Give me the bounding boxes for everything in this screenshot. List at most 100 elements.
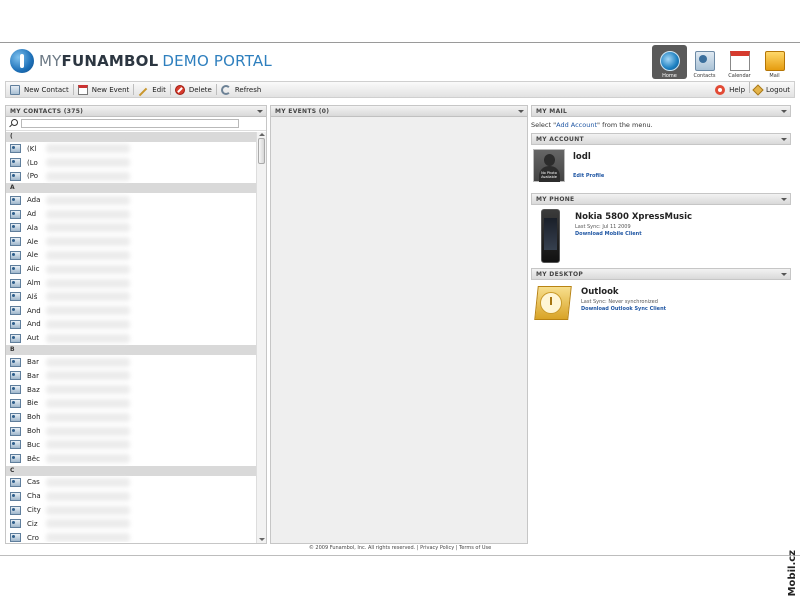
account-section-header: MY ACCOUNT [531,133,791,145]
contact-row[interactable]: City [6,503,256,517]
privacy-policy-link[interactable]: Privacy Policy [420,545,454,551]
contact-row[interactable]: Cas [6,476,256,490]
redacted-name-blur [46,454,130,464]
contact-row[interactable]: Baz [6,383,256,397]
collapse-arrow-icon[interactable] [781,110,787,113]
contact-search-row [6,117,266,131]
pencil-icon [139,87,148,96]
edit-profile-link[interactable]: Edit Profile [573,173,604,179]
logo-demo-portal: DEMO PORTAL [162,52,272,70]
contact-row[interactable]: Cro [6,531,256,542]
logout-button[interactable]: Logout [750,82,794,97]
contact-row[interactable]: (Kl [6,142,256,156]
contact-card-icon [10,223,21,233]
contact-row[interactable]: Alš [6,290,256,304]
contact-row[interactable]: Buc [6,438,256,452]
contact-row[interactable]: Bie [6,397,256,411]
contact-row[interactable]: (Po [6,170,256,184]
edit-button[interactable]: Edit [134,82,170,97]
contact-row[interactable]: Ala [6,221,256,235]
help-button[interactable]: Help [711,82,749,97]
download-mobile-client-link[interactable]: Download Mobile Client [575,231,692,237]
contact-row[interactable]: Ada [6,193,256,207]
collapse-arrow-icon[interactable] [781,273,787,276]
footer: © 2009 Funambol, Inc. All rights reserve… [0,545,800,551]
collapse-arrow-icon[interactable] [781,198,787,201]
new-contact-button[interactable]: New Contact [6,82,73,97]
contact-name: Alm [27,279,41,288]
logo-text: MYFUNAMBOL DEMO PORTAL [39,52,272,70]
contact-row[interactable]: And [6,318,256,332]
contact-row[interactable]: Alm [6,276,256,290]
contact-card-icon [10,278,21,288]
contact-list-scrollbar[interactable] [256,132,266,543]
contact-name: And [27,306,41,315]
contact-row[interactable]: Ale [6,249,256,263]
nav-contacts[interactable]: Contacts [687,45,722,79]
scroll-up-arrow-icon[interactable] [259,133,265,136]
phone-section-header: MY PHONE [531,193,791,205]
contact-row[interactable]: Cha [6,489,256,503]
contact-name: Alš [27,292,38,301]
contact-row[interactable]: Ale [6,235,256,249]
contact-group-header: ( [6,132,256,142]
contact-name: Ala [27,223,39,232]
new-event-icon [77,84,88,95]
contact-row[interactable]: Alic [6,262,256,276]
funambol-globe-icon [10,49,34,73]
redacted-name-blur [46,357,130,367]
phone-model: Nokia 5800 XpressMusic [575,212,693,222]
download-outlook-client-link[interactable]: Download Outlook Sync Client [581,306,666,312]
redacted-name-blur [46,371,130,381]
redacted-name-blur [46,319,130,329]
key-icon [752,83,764,96]
contact-card-icon [10,195,21,205]
desktop-last-sync: Last Sync: Never synchronized [581,299,658,305]
contact-row[interactable]: (Lo [6,156,256,170]
refresh-button[interactable]: Refresh [217,82,265,97]
nav-calendar-label: Calendar [728,73,751,79]
contact-card-icon [10,333,21,343]
contact-row[interactable]: Aut [6,331,256,345]
phone-entry: Nokia 5800 XpressMusic Last Sync: Jul 11… [531,205,791,268]
add-account-link[interactable]: Add Account [556,121,597,129]
search-icon [9,119,18,128]
nav-mail[interactable]: Mail [757,45,792,79]
contacts-panel-title: MY CONTACTS (375) [10,108,84,115]
terms-of-use-link[interactable]: Terms of Use [459,545,491,551]
funambol-portal-app: MYFUNAMBOL DEMO PORTAL Home Contacts Cale… [0,42,800,556]
contact-row[interactable]: Ciz [6,517,256,531]
lifebuoy-icon [715,84,726,95]
scroll-down-arrow-icon[interactable] [259,538,265,541]
contact-row[interactable]: Boh [6,410,256,424]
contact-card-icon [10,171,21,181]
contacts-icon [694,51,715,71]
desktop-app-name: Outlook [581,287,619,297]
nav-home[interactable]: Home [652,45,687,79]
redacted-name-blur [46,385,130,395]
contact-row[interactable]: Boh [6,424,256,438]
contact-row[interactable]: Bar [6,355,256,369]
phone-image [533,209,567,263]
collapse-arrow-icon[interactable] [257,110,263,113]
contact-card-icon [10,306,21,316]
contact-search-input[interactable] [21,119,239,128]
nav-calendar[interactable]: Calendar [722,45,757,79]
contact-card-icon [10,385,21,395]
contact-row[interactable]: Ad [6,207,256,221]
nav-home-label: Home [662,73,677,79]
contact-name: Ada [27,196,41,205]
scroll-thumb[interactable] [258,138,265,164]
redacted-name-blur [46,333,130,343]
collapse-arrow-icon[interactable] [781,138,787,141]
contact-row[interactable]: And [6,304,256,318]
contact-row[interactable]: Bar [6,369,256,383]
collapse-arrow-icon[interactable] [518,110,524,113]
calendar-icon [729,51,750,71]
new-event-button[interactable]: New Event [74,82,134,97]
funambol-logo[interactable]: MYFUNAMBOL DEMO PORTAL [10,49,272,73]
redacted-name-blur [46,292,130,302]
contact-row[interactable]: Běc [6,452,256,466]
delete-button[interactable]: Delete [171,82,216,97]
redacted-name-blur [46,158,130,168]
